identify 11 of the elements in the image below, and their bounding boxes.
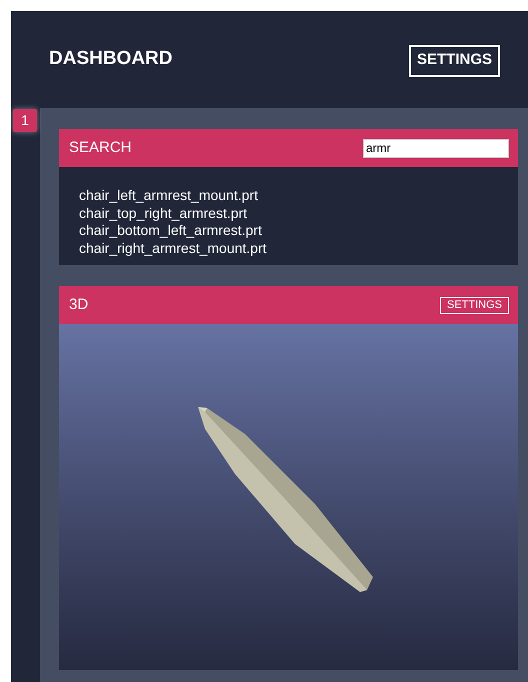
card-title: SEARCH bbox=[69, 138, 132, 158]
result-item[interactable]: chair_right_armrest_mount.prt bbox=[79, 240, 267, 257]
result-item[interactable]: chair_left_armrest_mount.prt bbox=[79, 187, 258, 204]
search-field[interactable]: armr bbox=[363, 138, 509, 158]
result-item[interactable]: chair_bottom_left_armrest.prt bbox=[79, 222, 262, 240]
result-item[interactable]: chair_top_right_armrest.prt bbox=[79, 204, 248, 222]
settings-button[interactable]: SETTINGS bbox=[408, 44, 500, 76]
card-title: 3D bbox=[69, 294, 88, 315]
dashboard-title: DASHBOARD bbox=[49, 47, 172, 72]
settings-button[interactable]: SETTINGS bbox=[440, 296, 509, 314]
badge: 1 bbox=[13, 109, 37, 132]
